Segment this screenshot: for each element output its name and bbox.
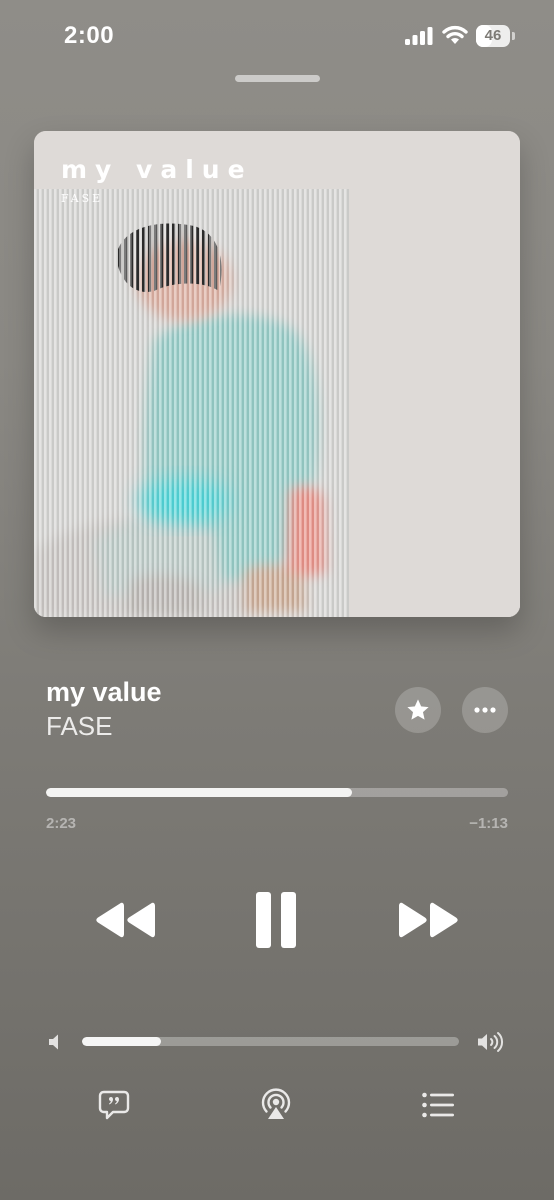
- remaining-time: −1:13: [469, 815, 508, 832]
- album-artwork: my value FASE: [34, 131, 520, 617]
- queue-button[interactable]: [418, 1085, 458, 1125]
- pause-button[interactable]: [248, 888, 304, 952]
- rewind-icon: [96, 902, 155, 938]
- more-icon: [474, 707, 496, 713]
- sheet-grabber[interactable]: [235, 75, 320, 82]
- lyrics-button[interactable]: [94, 1085, 134, 1125]
- volume-high-icon: [478, 1032, 504, 1052]
- playback-scrubber[interactable]: [46, 788, 508, 797]
- pause-icon: [256, 892, 296, 948]
- battery-level: 46: [484, 27, 502, 44]
- album-artwork-image: [34, 131, 520, 617]
- airplay-button[interactable]: [256, 1085, 296, 1125]
- fast-forward-button[interactable]: [394, 895, 462, 945]
- more-options-button[interactable]: [462, 687, 508, 733]
- battery-nub: [512, 32, 515, 40]
- volume-low-icon: [49, 1034, 58, 1050]
- star-icon: [407, 699, 429, 720]
- artwork-title-text: my value: [61, 155, 253, 184]
- favorite-button[interactable]: [395, 687, 441, 733]
- playback-progress-fill: [46, 788, 353, 797]
- track-artist[interactable]: FASE: [46, 711, 112, 742]
- signal-icon: [405, 27, 433, 45]
- airplay-icon: [261, 1088, 291, 1119]
- track-title[interactable]: my value: [46, 677, 162, 708]
- volume-slider-fill: [82, 1037, 162, 1046]
- battery-icon: 46: [476, 25, 516, 47]
- volume-slider[interactable]: [82, 1037, 459, 1046]
- lyrics-icon: [98, 1090, 130, 1120]
- wifi-icon: [442, 25, 468, 44]
- queue-icon: [422, 1092, 454, 1118]
- status-bar: 2:00 46: [0, 0, 554, 72]
- status-time: 2:00: [64, 22, 115, 49]
- artwork-artist-text: FASE: [61, 192, 104, 205]
- elapsed-time: 2:23: [46, 815, 77, 832]
- fast-forward-icon: [399, 902, 458, 938]
- rewind-button[interactable]: [92, 895, 160, 945]
